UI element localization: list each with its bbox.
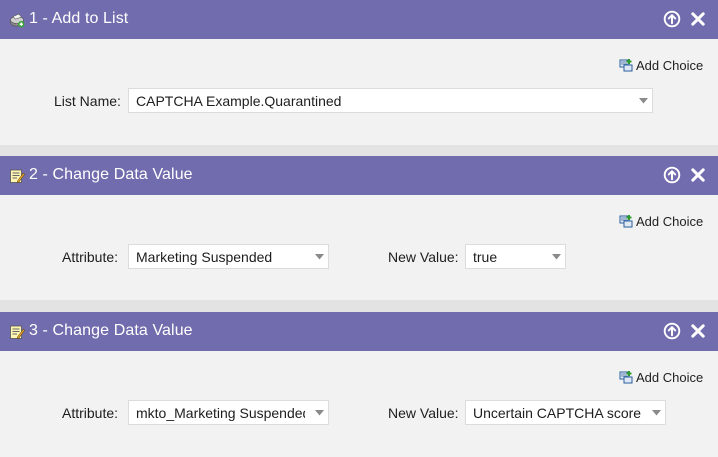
add-choice-icon xyxy=(619,371,633,384)
attribute-value: Marketing Suspended xyxy=(136,249,273,265)
arrow-up-circle-icon[interactable] xyxy=(663,10,681,28)
flow-step-1: 1 - Add to List Add Choice List Name: CA… xyxy=(0,0,718,145)
list-name-value: CAPTCHA Example.Quarantined xyxy=(136,93,342,109)
chevron-down-icon xyxy=(552,254,561,260)
new-value-select[interactable]: Uncertain CAPTCHA score xyxy=(465,400,666,425)
step-body: Add Choice Attribute: Marketing Suspende… xyxy=(0,195,718,300)
add-to-list-icon xyxy=(10,13,25,28)
flow-step-2: 2 - Change Data Value Add Choice Attribu… xyxy=(0,156,718,300)
add-choice-icon xyxy=(619,59,633,72)
step-header[interactable]: 3 - Change Data Value xyxy=(0,312,718,351)
attribute-label: Attribute: xyxy=(62,405,119,421)
step-title: 2 - Change Data Value xyxy=(29,166,193,183)
chevron-down-icon xyxy=(315,254,324,260)
chevron-down-icon xyxy=(639,98,648,104)
chevron-down-icon xyxy=(652,410,661,416)
attribute-select[interactable]: Marketing Suspended xyxy=(128,244,329,269)
close-x-icon[interactable] xyxy=(689,166,707,184)
add-choice-label: Add Choice xyxy=(636,58,704,73)
new-value-label: New Value: xyxy=(388,405,459,421)
attribute-value: mkto_Marketing Suspended xyxy=(136,405,311,421)
step-header[interactable]: 1 - Add to List xyxy=(0,0,718,39)
attribute-label: Attribute: xyxy=(62,249,119,265)
arrow-up-circle-icon[interactable] xyxy=(663,166,681,184)
step-title: 1 - Add to List xyxy=(29,10,129,27)
list-name-label: List Name: xyxy=(54,93,121,109)
add-choice-label: Add Choice xyxy=(636,370,704,385)
list-name-select[interactable]: CAPTCHA Example.Quarantined xyxy=(128,88,653,113)
change-data-value-icon xyxy=(10,169,25,184)
arrow-up-circle-icon[interactable] xyxy=(663,322,681,340)
chevron-down-icon xyxy=(315,410,324,416)
close-x-icon[interactable] xyxy=(689,10,707,28)
new-value-value: true xyxy=(473,249,498,265)
change-data-value-icon xyxy=(10,325,25,340)
step-title: 3 - Change Data Value xyxy=(29,322,193,339)
step-body: Add Choice List Name: CAPTCHA Example.Qu… xyxy=(0,39,718,145)
add-choice-label: Add Choice xyxy=(636,214,704,229)
add-choice-icon xyxy=(619,215,633,228)
step-body: Add Choice Attribute: mkto_Marketing Sus… xyxy=(0,351,718,457)
close-x-icon[interactable] xyxy=(689,322,707,340)
new-value-select[interactable]: true xyxy=(465,244,566,269)
new-value-value: Uncertain CAPTCHA score xyxy=(473,405,642,421)
flow-step-3: 3 - Change Data Value Add Choice Attribu… xyxy=(0,312,718,457)
attribute-select[interactable]: mkto_Marketing Suspended xyxy=(128,400,329,425)
step-header[interactable]: 2 - Change Data Value xyxy=(0,156,718,195)
new-value-label: New Value: xyxy=(388,249,459,265)
